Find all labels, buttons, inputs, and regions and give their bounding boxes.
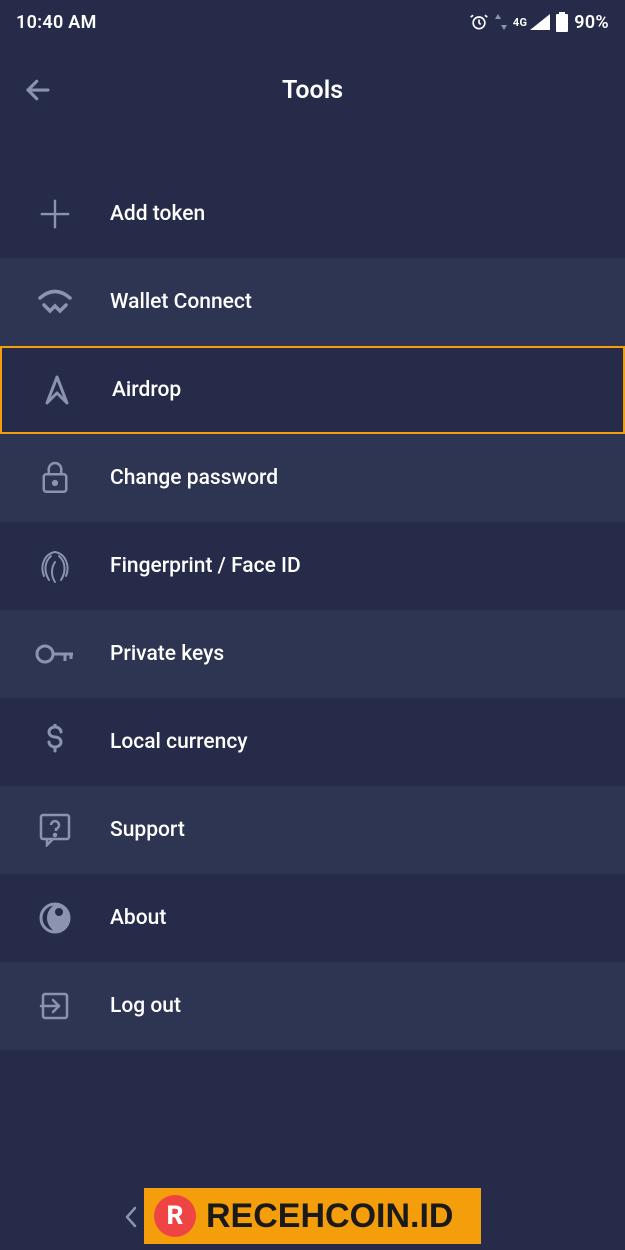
menu-item-label: Add token xyxy=(110,202,205,226)
logout-icon xyxy=(32,990,78,1022)
system-back-button[interactable] xyxy=(122,1204,140,1234)
menu-item-label: Fingerprint / Face ID xyxy=(110,554,301,578)
menu-item-label: Change password xyxy=(110,466,278,490)
airdrop-icon xyxy=(34,373,80,407)
banner-logo-icon: R xyxy=(154,1195,196,1237)
menu-item-add-token[interactable]: Add token xyxy=(0,170,625,258)
menu-item-label: Wallet Connect xyxy=(110,290,252,314)
chevron-left-icon xyxy=(122,1204,140,1230)
menu-item-log-out[interactable]: Log out xyxy=(0,962,625,1050)
battery-icon xyxy=(556,12,568,32)
support-icon xyxy=(32,813,78,847)
menu-item-label: Airdrop xyxy=(112,378,181,402)
header: Tools xyxy=(0,44,625,136)
alarm-icon xyxy=(469,12,489,32)
spacer xyxy=(0,136,625,170)
banner-text: RECEHCOIN.ID xyxy=(206,1197,453,1236)
menu-item-label: Private keys xyxy=(110,642,224,666)
menu-item-airdrop[interactable]: Airdrop xyxy=(0,346,625,434)
data-arrows-icon xyxy=(495,14,507,30)
status-time: 10:40 AM xyxy=(16,12,97,33)
plus-icon xyxy=(32,195,78,233)
menu-item-fingerprint[interactable]: Fingerprint / Face ID xyxy=(0,522,625,610)
menu-item-about[interactable]: About xyxy=(0,874,625,962)
menu-item-label: Local currency xyxy=(110,730,248,754)
network-label: 4G xyxy=(513,17,527,28)
back-button[interactable] xyxy=(18,70,58,110)
menu-list: Add token Wallet Connect Airdrop Change … xyxy=(0,170,625,1050)
dollar-icon xyxy=(32,724,78,760)
menu-item-change-password[interactable]: Change password xyxy=(0,434,625,522)
menu-item-support[interactable]: Support xyxy=(0,786,625,874)
page-title: Tools xyxy=(282,76,343,105)
menu-item-wallet-connect[interactable]: Wallet Connect xyxy=(0,258,625,346)
battery-percent: 90% xyxy=(574,12,609,33)
arrow-left-icon xyxy=(23,75,53,105)
menu-item-label: Support xyxy=(110,818,185,842)
bottom-area: R RECEHCOIN.ID xyxy=(0,1188,625,1244)
fingerprint-icon xyxy=(32,548,78,584)
lock-icon xyxy=(32,460,78,496)
menu-item-label: About xyxy=(110,906,166,930)
signal-icon xyxy=(530,14,550,30)
menu-item-local-currency[interactable]: Local currency xyxy=(0,698,625,786)
status-right: 4G 90% xyxy=(469,12,609,33)
globe-icon xyxy=(32,902,78,934)
status-bar: 10:40 AM 4G 90% xyxy=(0,0,625,44)
walletconnect-icon xyxy=(32,289,78,315)
key-icon xyxy=(32,640,78,668)
watermark-banner: R RECEHCOIN.ID xyxy=(144,1188,481,1244)
menu-item-label: Log out xyxy=(110,994,181,1018)
menu-item-private-keys[interactable]: Private keys xyxy=(0,610,625,698)
